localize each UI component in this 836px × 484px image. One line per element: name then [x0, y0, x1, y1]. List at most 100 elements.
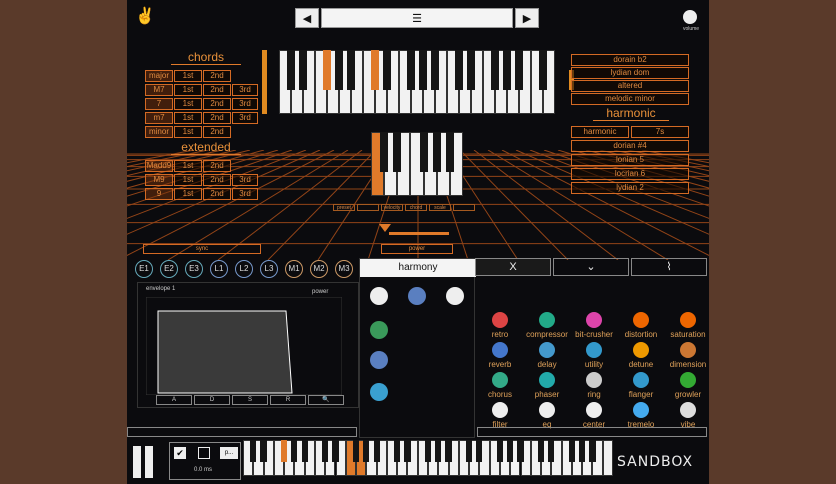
- macro-knob[interactable]: L2: [235, 260, 253, 278]
- chord-cell[interactable]: 3rd: [232, 174, 258, 186]
- chord-cell[interactable]: 2nd: [203, 126, 231, 138]
- black-key[interactable]: [291, 440, 298, 463]
- fx-item[interactable]: flanger: [618, 372, 664, 399]
- black-key[interactable]: [419, 50, 427, 90]
- fx-item[interactable]: chorus: [477, 372, 523, 399]
- power-slider[interactable]: [389, 232, 449, 235]
- chord-cell[interactable]: 2nd: [203, 98, 231, 110]
- black-key[interactable]: [539, 50, 547, 90]
- chord-cell[interactable]: 1st: [174, 160, 202, 172]
- black-key[interactable]: [260, 440, 267, 463]
- fx-slot-tab[interactable]: ⌇: [631, 258, 707, 276]
- black-key[interactable]: [332, 440, 339, 463]
- chord-cell[interactable]: 9: [145, 188, 173, 200]
- macro-knob[interactable]: M1: [285, 260, 303, 278]
- black-key[interactable]: [548, 440, 555, 463]
- check-toggle[interactable]: ✔: [174, 447, 186, 459]
- black-key[interactable]: [455, 50, 463, 90]
- black-key[interactable]: [496, 440, 504, 463]
- toggle-2[interactable]: [198, 447, 210, 459]
- black-key[interactable]: [323, 50, 331, 90]
- harmonic-item[interactable]: locrian 6: [571, 168, 689, 180]
- envelope-power[interactable]: power: [312, 289, 328, 295]
- black-key[interactable]: [373, 440, 380, 463]
- black-key[interactable]: [335, 50, 343, 90]
- chord-cell[interactable]: major: [145, 70, 173, 82]
- envelope-stage-button[interactable]: D: [194, 395, 230, 405]
- fx-item[interactable]: distortion: [618, 312, 664, 339]
- p-button[interactable]: p...: [220, 447, 238, 459]
- mod-wheel[interactable]: [145, 446, 153, 478]
- chord-cell[interactable]: 3rd: [232, 112, 258, 124]
- black-key[interactable]: [287, 50, 295, 90]
- black-key[interactable]: [352, 440, 360, 463]
- mode-tab[interactable]: velocity: [381, 204, 403, 211]
- mode-tab[interactable]: scale: [429, 204, 451, 211]
- black-key[interactable]: [301, 440, 308, 463]
- power-button[interactable]: power: [381, 244, 453, 254]
- chord-cell[interactable]: 1st: [174, 70, 202, 82]
- harmonic-item[interactable]: lydian 2: [571, 182, 689, 194]
- fx-item[interactable]: reverb: [477, 342, 523, 369]
- black-key[interactable]: [393, 132, 402, 172]
- scale-keyboard[interactable]: [279, 50, 555, 114]
- harmony-tab[interactable]: harmony: [360, 259, 476, 277]
- envelope-graph[interactable]: [146, 297, 342, 395]
- fx-item[interactable]: compressor: [524, 312, 570, 339]
- mode-tab[interactable]: chord: [405, 204, 427, 211]
- scrollbar-right[interactable]: [477, 427, 707, 437]
- black-key[interactable]: [380, 132, 389, 172]
- black-key[interactable]: [419, 132, 428, 172]
- black-key[interactable]: [515, 50, 523, 90]
- fx-item[interactable]: delay: [524, 342, 570, 369]
- harmonic-item[interactable]: harmonic: [571, 126, 629, 138]
- logo[interactable]: ✌: [135, 8, 155, 26]
- chord-cell[interactable]: 7: [145, 98, 173, 110]
- left-bar[interactable]: [262, 50, 267, 114]
- envelope-stage-button[interactable]: S: [232, 395, 268, 405]
- black-key[interactable]: [503, 50, 511, 90]
- harmonic-item[interactable]: 7s: [631, 126, 689, 138]
- chord-cell[interactable]: 2nd: [203, 188, 231, 200]
- black-key[interactable]: [507, 440, 514, 463]
- fx-slot-tab[interactable]: ⌄: [553, 258, 629, 276]
- fx-item[interactable]: bit-crusher: [571, 312, 617, 339]
- black-key[interactable]: [281, 440, 288, 463]
- chord-cell[interactable]: M7: [145, 84, 173, 96]
- black-key[interactable]: [250, 440, 257, 463]
- fx-item[interactable]: phaser: [524, 372, 570, 399]
- fx-item[interactable]: growler: [665, 372, 709, 399]
- fx-item[interactable]: tremelo: [618, 402, 664, 429]
- fx-item[interactable]: saturation: [665, 312, 709, 339]
- black-key[interactable]: [476, 440, 483, 463]
- scale-item[interactable]: lydian dom: [571, 67, 689, 79]
- grid-icon[interactable]: [370, 321, 388, 339]
- fx-item[interactable]: ring: [571, 372, 617, 399]
- wave-icon-2[interactable]: [408, 287, 426, 305]
- black-key[interactable]: [445, 440, 452, 463]
- scale-item[interactable]: melodic minor: [571, 93, 689, 105]
- chord-cell[interactable]: 1st: [174, 98, 202, 110]
- wave-icon-3[interactable]: [446, 287, 464, 305]
- macro-knob[interactable]: E1: [135, 260, 153, 278]
- fx-item[interactable]: center: [571, 402, 617, 429]
- black-key[interactable]: [589, 440, 596, 463]
- macro-knob[interactable]: E3: [185, 260, 203, 278]
- chord-cell[interactable]: 2nd: [203, 70, 231, 82]
- black-key[interactable]: [347, 50, 355, 90]
- scrollbar-left[interactable]: [127, 427, 357, 437]
- chord-cell[interactable]: 1st: [174, 188, 202, 200]
- chord-cell[interactable]: 3rd: [232, 98, 258, 110]
- black-key[interactable]: [445, 132, 454, 172]
- note-icon[interactable]: [370, 383, 388, 401]
- fx-item[interactable]: eq: [524, 402, 570, 429]
- black-key[interactable]: [322, 440, 329, 463]
- black-key[interactable]: [394, 440, 401, 463]
- envelope-stage-button[interactable]: R: [270, 395, 306, 405]
- fx-slot-tab[interactable]: X: [475, 258, 551, 276]
- black-key[interactable]: [491, 50, 499, 90]
- layers-icon[interactable]: [370, 351, 388, 369]
- black-key[interactable]: [537, 440, 545, 463]
- black-key[interactable]: [431, 50, 439, 90]
- black-key[interactable]: [383, 50, 391, 90]
